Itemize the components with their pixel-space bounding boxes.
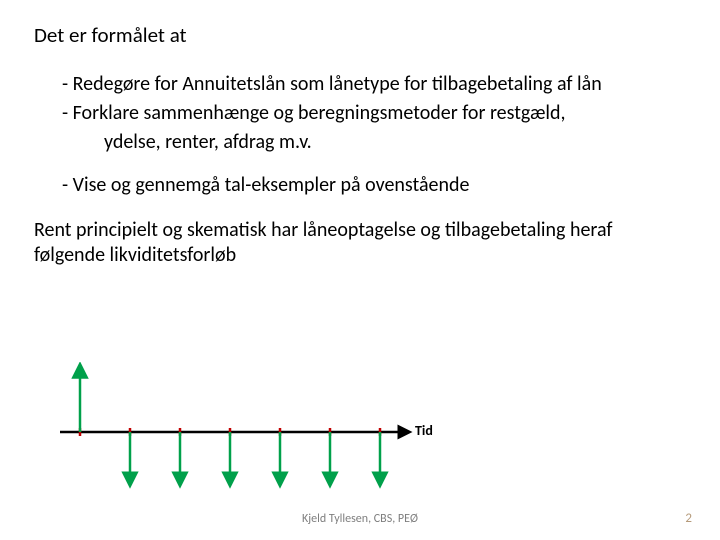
axis-label-tid: Tid <box>415 422 433 439</box>
cashflow-diagram: Tid <box>60 362 440 492</box>
bullet-3: - Vise og gennemgå tal-eksempler på oven… <box>62 173 686 198</box>
page-number: 2 <box>685 511 692 526</box>
bullet-1: - Redegøre for Annuitetslån som lånetype… <box>62 72 686 97</box>
outflow-arrows <box>130 432 380 480</box>
bullet-list: - Redegøre for Annuitetslån som lånetype… <box>34 72 686 198</box>
body-paragraph: Rent principielt og skematisk har låneop… <box>34 218 686 268</box>
bullet-2-line2: ydelse, renter, afdrag m.v. <box>62 130 686 155</box>
footer-author: Kjeld Tyllesen, CBS, PEØ <box>0 512 720 526</box>
slide-heading: Det er formålet at <box>34 22 686 48</box>
bullet-2-line1: - Forklare sammenhænge og beregningsmeto… <box>62 101 686 126</box>
